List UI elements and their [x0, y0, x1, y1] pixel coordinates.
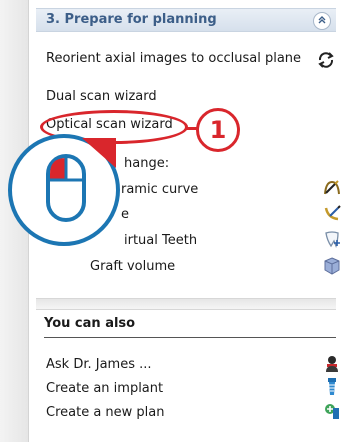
implant-icon[interactable] — [322, 377, 342, 397]
chevron-up-icon — [318, 16, 326, 24]
new-plan-icon[interactable] — [322, 401, 342, 421]
callout-number-badge: 1 — [196, 108, 240, 152]
create-implant-link[interactable]: Create an implant — [46, 381, 163, 396]
panoramic-curve-link[interactable]: ramic curve — [121, 182, 198, 197]
graft-cube-icon[interactable] — [322, 256, 342, 276]
collapse-button[interactable] — [313, 12, 331, 30]
create-new-plan-link[interactable]: Create a new plan — [46, 405, 165, 420]
rotate-arrows-icon[interactable] — [316, 50, 336, 70]
ask-dr-james-link[interactable]: Ask Dr. James ... — [46, 357, 152, 372]
mouse-overlay-circle — [8, 134, 120, 246]
virtual-tooth-icon[interactable] — [322, 229, 342, 249]
doctor-icon[interactable] — [322, 353, 342, 373]
nerve-link[interactable]: e — [121, 207, 129, 222]
graft-volume-link[interactable]: Graft volume — [90, 259, 175, 274]
section-header[interactable]: 3. Prepare for planning — [36, 8, 336, 32]
section-divider — [36, 298, 336, 310]
mouse-left-click-icon — [46, 138, 116, 222]
nerve-icon[interactable] — [322, 204, 342, 224]
you-can-also-heading: You can also — [44, 316, 136, 331]
reorient-link[interactable]: Reorient axial images to occlusal plane — [46, 51, 301, 66]
panoramic-curve-icon[interactable] — [322, 178, 342, 198]
change-heading: hange: — [124, 156, 170, 171]
dual-scan-wizard-link[interactable]: Dual scan wizard — [46, 89, 157, 104]
virtual-teeth-link[interactable]: irtual Teeth — [124, 233, 197, 248]
section-title: 3. Prepare for planning — [46, 12, 217, 27]
heading-underline — [44, 337, 336, 338]
